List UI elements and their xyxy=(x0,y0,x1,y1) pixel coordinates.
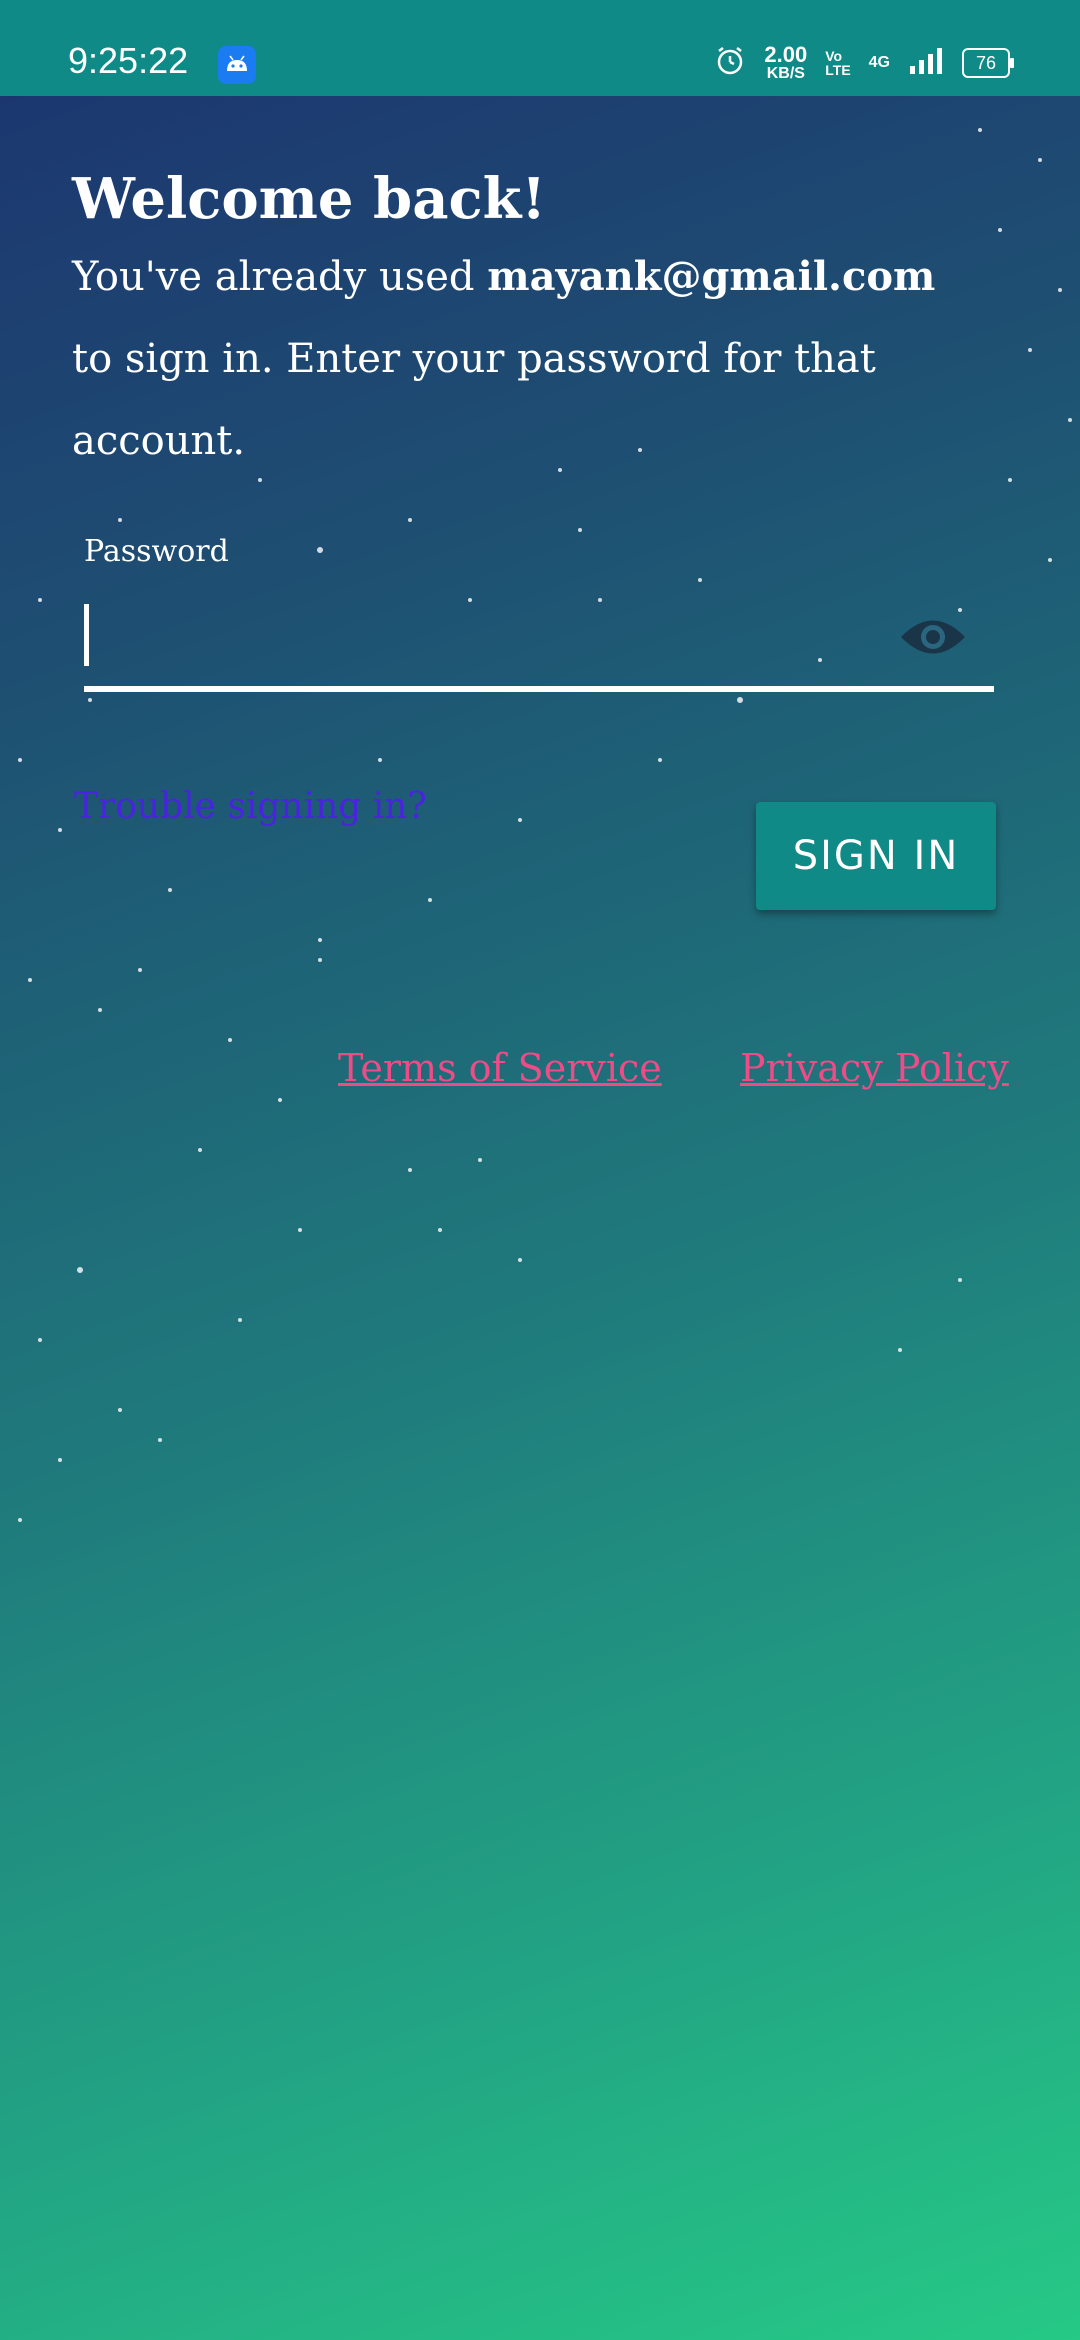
network-type: 4G xyxy=(868,54,890,71)
status-right-icons: 2.00 KB/S Vo LTE 4G 76 xyxy=(714,44,1014,82)
sign-in-description: You've already used mayank@gmail.com to … xyxy=(72,236,972,482)
sign-in-button[interactable]: SIGN IN xyxy=(756,802,996,910)
speed-unit: KB/S xyxy=(766,65,805,82)
password-input[interactable] xyxy=(84,596,994,692)
alarm-icon xyxy=(714,45,746,82)
status-time: 9:25:22 xyxy=(68,40,189,81)
privacy-policy-link[interactable]: Privacy Policy xyxy=(740,1046,1009,1090)
trouble-signing-in-link[interactable]: Trouble signing in? xyxy=(74,786,427,827)
battery-level: 76 xyxy=(975,52,997,73)
page-title: Welcome back! xyxy=(72,166,546,232)
signal-icon xyxy=(908,46,944,81)
description-prefix: You've already used xyxy=(72,254,475,300)
volte-indicator: Vo LTE xyxy=(825,49,850,77)
eye-icon[interactable] xyxy=(898,612,968,662)
battery-icon: 76 xyxy=(962,48,1014,78)
description-suffix: to sign in. Enter your password for that… xyxy=(72,336,876,464)
android-icon xyxy=(218,46,256,84)
account-email: mayank@gmail.com xyxy=(487,253,936,300)
status-bar: 9:25:22 2.00 KB/S Vo LTE 4G 76 xyxy=(0,0,1080,96)
footer-links: Terms of Service Privacy Policy xyxy=(0,1046,1080,1106)
terms-of-service-link[interactable]: Terms of Service xyxy=(338,1046,662,1090)
volte-bottom: LTE xyxy=(825,62,851,78)
speed-value: 2.00 xyxy=(764,42,808,67)
password-label: Password xyxy=(84,534,229,569)
network-speed: 2.00 KB/S xyxy=(764,44,807,82)
text-cursor xyxy=(84,604,89,666)
volte-top: Vo xyxy=(825,48,843,64)
